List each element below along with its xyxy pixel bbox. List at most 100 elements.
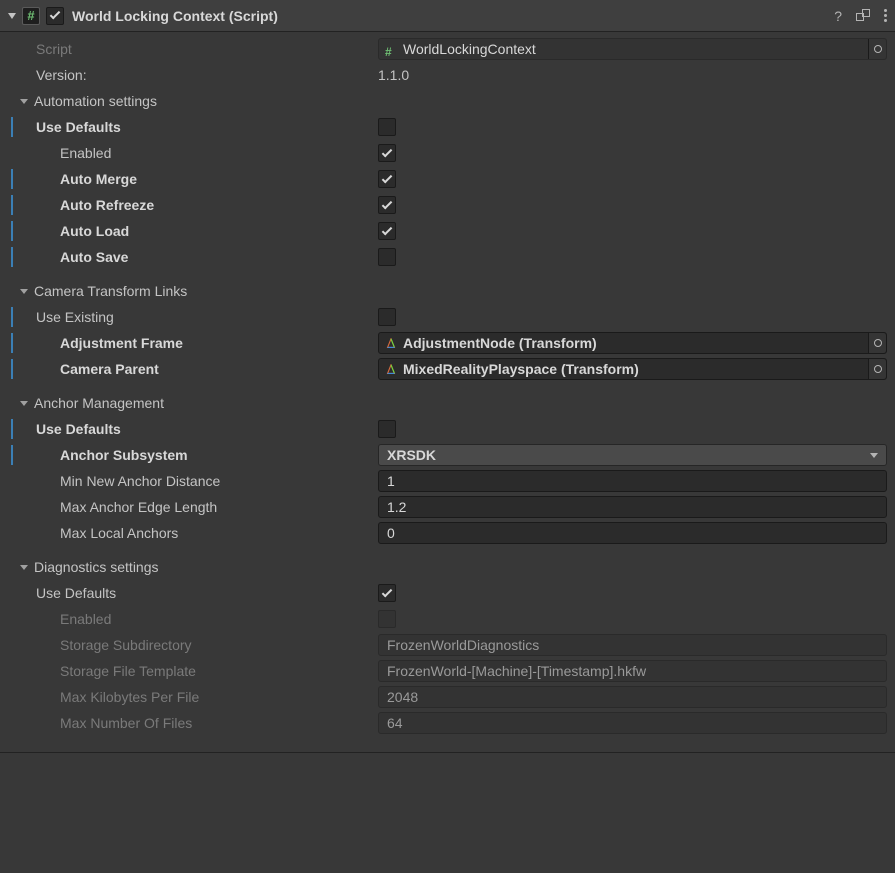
script-row: Script WorldLockingContext (8, 36, 887, 62)
enabled-label: Enabled (8, 145, 378, 161)
diagnostics-header[interactable]: Diagnostics settings (8, 554, 887, 580)
storage-filetpl-field: FrozenWorld-[Machine]-[Timestamp].hkfw (378, 660, 887, 682)
foldout-icon[interactable] (20, 99, 28, 104)
overrides-icon[interactable] (856, 9, 870, 23)
autosave-checkbox[interactable] (378, 248, 396, 266)
autorefreeze-checkbox[interactable] (378, 196, 396, 214)
anchor-usedefaults-checkbox[interactable] (378, 420, 396, 438)
automation-header[interactable]: Automation settings (8, 88, 887, 114)
version-value: 1.1.0 (378, 67, 887, 83)
diag-enabled-row: Enabled (8, 606, 887, 632)
max-local-anchors-row: Max Local Anchors 0 (8, 520, 887, 546)
automerge-label: Auto Merge (8, 171, 378, 187)
camera-header[interactable]: Camera Transform Links (8, 278, 887, 304)
override-bar (11, 195, 13, 215)
autorefreeze-label: Auto Refreeze (8, 197, 378, 213)
camera-title: Camera Transform Links (34, 283, 187, 299)
max-edge-length-label: Max Anchor Edge Length (8, 499, 378, 515)
storage-filetpl-row: Storage File Template FrozenWorld-[Machi… (8, 658, 887, 684)
min-anchor-distance-row: Min New Anchor Distance 1 (8, 468, 887, 494)
component-enabled-checkbox[interactable] (46, 7, 64, 25)
override-bar (11, 359, 13, 379)
object-picker-icon[interactable] (868, 359, 886, 379)
maxfiles-row: Max Number Of Files 64 (8, 710, 887, 736)
foldout-icon[interactable] (20, 289, 28, 294)
autorefreeze-row: Auto Refreeze (8, 192, 887, 218)
diag-usedefaults-row: Use Defaults (8, 580, 887, 606)
anchor-usedefaults-row: Use Defaults (8, 416, 887, 442)
anchor-subsystem-row: Anchor Subsystem XRSDK (8, 442, 887, 468)
use-existing-checkbox[interactable] (378, 308, 396, 326)
adjustment-frame-row: Adjustment Frame AdjustmentNode (Transfo… (8, 330, 887, 356)
help-icon[interactable]: ? (834, 8, 842, 24)
max-local-anchors-label: Max Local Anchors (8, 525, 378, 541)
object-picker-icon[interactable] (868, 333, 886, 353)
maxkb-field: 2048 (378, 686, 887, 708)
automation-enabled-row: Enabled (8, 140, 887, 166)
diag-enabled-checkbox (378, 610, 396, 628)
max-edge-length-field[interactable]: 1.2 (378, 496, 887, 518)
use-existing-row: Use Existing (8, 304, 887, 330)
camera-parent-value: MixedRealityPlayspace (Transform) (403, 361, 639, 377)
maxkb-label: Max Kilobytes Per File (8, 689, 378, 705)
camera-parent-row: Camera Parent MixedRealityPlayspace (Tra… (8, 356, 887, 382)
use-defaults-checkbox[interactable] (378, 118, 396, 136)
min-anchor-distance-field[interactable]: 1 (378, 470, 887, 492)
diag-usedefaults-checkbox[interactable] (378, 584, 396, 602)
object-picker-icon (868, 39, 886, 59)
diagnostics-title: Diagnostics settings (34, 559, 159, 575)
max-local-anchors-field[interactable]: 0 (378, 522, 887, 544)
component-header: # World Locking Context (Script) ? (0, 0, 895, 32)
maxkb-row: Max Kilobytes Per File 2048 (8, 684, 887, 710)
inspector-body: Script WorldLockingContext Version: 1.1.… (0, 32, 895, 746)
script-label: Script (8, 41, 378, 57)
maxfiles-label: Max Number Of Files (8, 715, 378, 731)
automation-title: Automation settings (34, 93, 157, 109)
override-bar (11, 333, 13, 353)
override-bar (11, 445, 13, 465)
maxfiles-field: 64 (378, 712, 887, 734)
autosave-row: Auto Save (8, 244, 887, 270)
transform-icon (385, 363, 397, 375)
max-edge-length-row: Max Anchor Edge Length 1.2 (8, 494, 887, 520)
adjustment-frame-value: AdjustmentNode (Transform) (403, 335, 597, 351)
transform-icon (385, 337, 397, 349)
version-label: Version: (8, 67, 378, 83)
foldout-icon[interactable] (20, 401, 28, 406)
more-options-icon[interactable] (884, 9, 887, 22)
adjustment-frame-field[interactable]: AdjustmentNode (Transform) (378, 332, 887, 354)
script-value: WorldLockingContext (403, 41, 536, 57)
version-row: Version: 1.1.0 (8, 62, 887, 88)
enabled-checkbox[interactable] (378, 144, 396, 162)
storage-subdir-row: Storage Subdirectory FrozenWorldDiagnost… (8, 632, 887, 658)
script-field: WorldLockingContext (378, 38, 887, 60)
anchor-subsystem-dropdown[interactable]: XRSDK (378, 444, 887, 466)
anchor-subsystem-value: XRSDK (387, 447, 436, 463)
autoload-label: Auto Load (8, 223, 378, 239)
automerge-checkbox[interactable] (378, 170, 396, 188)
chevron-down-icon (870, 453, 878, 458)
anchor-title: Anchor Management (34, 395, 164, 411)
use-defaults-label: Use Defaults (8, 119, 378, 135)
min-anchor-distance-label: Min New Anchor Distance (8, 473, 378, 489)
use-existing-label: Use Existing (8, 309, 378, 325)
adjustment-frame-label: Adjustment Frame (8, 335, 378, 351)
component-footer-border (0, 752, 895, 753)
foldout-toggle[interactable] (8, 13, 16, 19)
override-bar (11, 247, 13, 267)
override-bar (11, 221, 13, 241)
diag-usedefaults-label: Use Defaults (8, 585, 378, 601)
override-bar (11, 419, 13, 439)
autoload-checkbox[interactable] (378, 222, 396, 240)
anchor-subsystem-label: Anchor Subsystem (8, 447, 378, 463)
camera-parent-field[interactable]: MixedRealityPlayspace (Transform) (378, 358, 887, 380)
component-title: World Locking Context (Script) (72, 8, 834, 24)
foldout-icon[interactable] (20, 565, 28, 570)
automerge-row: Auto Merge (8, 166, 887, 192)
anchor-usedefaults-label: Use Defaults (8, 421, 378, 437)
storage-subdir-label: Storage Subdirectory (8, 637, 378, 653)
storage-subdir-field: FrozenWorldDiagnostics (378, 634, 887, 656)
diag-enabled-label: Enabled (8, 611, 378, 627)
automation-usedefaults-row: Use Defaults (8, 114, 887, 140)
anchor-header[interactable]: Anchor Management (8, 390, 887, 416)
